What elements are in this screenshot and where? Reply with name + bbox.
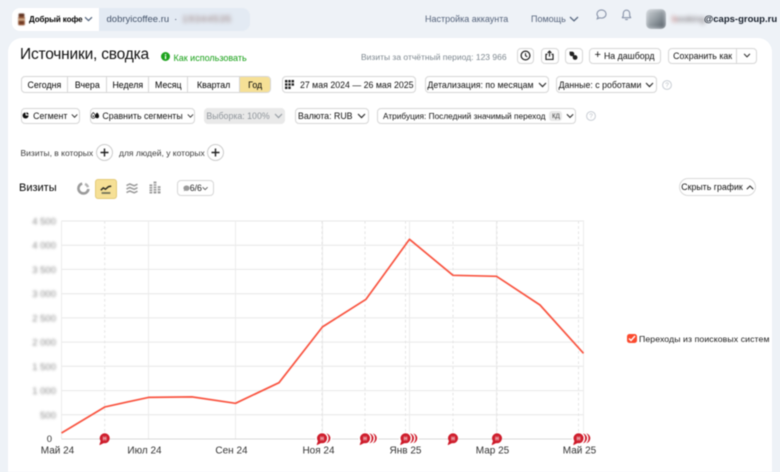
- svg-text:4 500: 4 500: [32, 217, 56, 228]
- svg-text:3 500: 3 500: [32, 265, 56, 276]
- svg-text:Янв 25: Янв 25: [390, 446, 422, 457]
- svg-text:4 000: 4 000: [32, 241, 56, 252]
- svg-text:3 000: 3 000: [32, 289, 56, 300]
- svg-text:Июл 24: Июл 24: [127, 446, 162, 457]
- svg-text:2 000: 2 000: [32, 338, 56, 349]
- svg-text:1 000: 1 000: [32, 386, 56, 397]
- svg-text:500: 500: [40, 410, 56, 421]
- svg-text:1 500: 1 500: [32, 362, 56, 373]
- svg-text:Май 25: Май 25: [563, 446, 597, 457]
- svg-text:Н: Н: [404, 436, 408, 442]
- svg-text:Н: Н: [451, 436, 455, 442]
- svg-text:0: 0: [47, 434, 52, 445]
- svg-text:Ноя 24: Ноя 24: [302, 446, 335, 457]
- svg-text:Мар 25: Мар 25: [476, 446, 510, 457]
- svg-text:2 500: 2 500: [32, 313, 56, 324]
- svg-text:Май 24: Май 24: [41, 446, 75, 457]
- svg-text:Н: Н: [103, 436, 107, 442]
- svg-text:Н: Н: [363, 436, 367, 442]
- svg-text:Сен 24: Сен 24: [215, 446, 248, 457]
- svg-text:Н: Н: [577, 436, 581, 442]
- svg-text:Н: Н: [320, 436, 324, 442]
- svg-text:Н: Н: [495, 436, 499, 442]
